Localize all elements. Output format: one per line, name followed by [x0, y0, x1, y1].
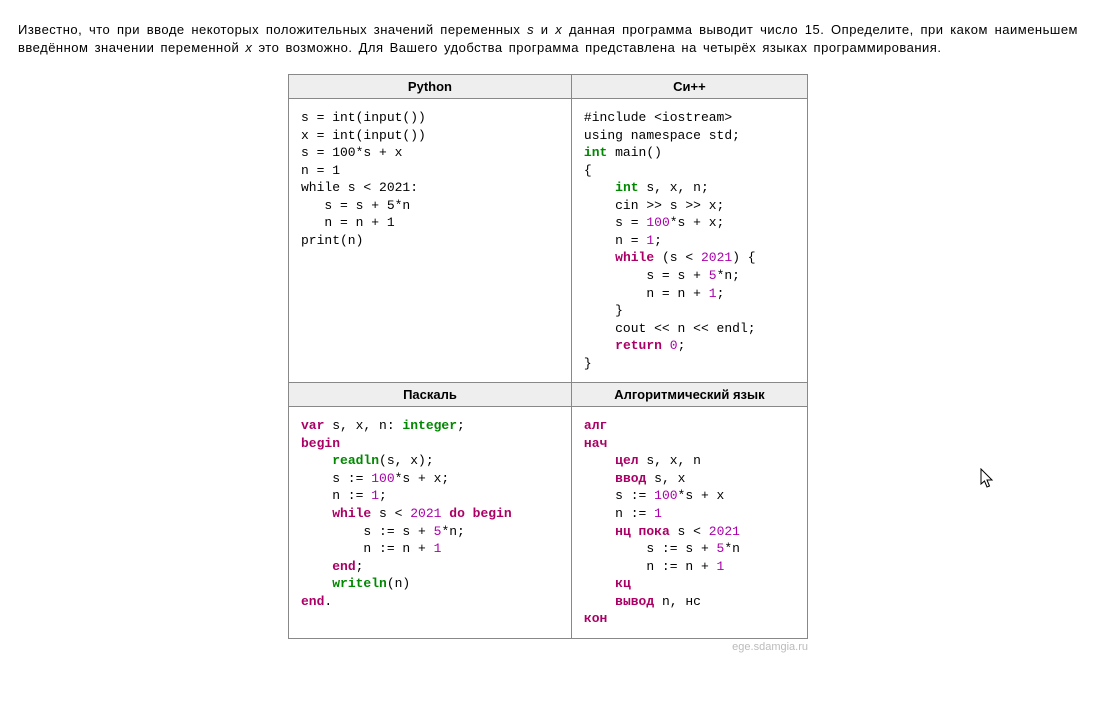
code-alg: алг нач цел s, x, n ввод s, x s := 100*s… [584, 417, 795, 628]
problem-statement: Известно, что при вводе некоторых положи… [18, 21, 1078, 56]
header-row-1: Python Си++ [289, 75, 808, 99]
header-cpp: Си++ [571, 75, 807, 99]
problem-text-1: Известно, что при вводе некоторых положи… [18, 22, 527, 37]
cell-cpp: #include <iostream> using namespace std;… [571, 99, 807, 383]
footer-source: ege.sdamgia.ru [18, 641, 1078, 653]
code-pascal: var s, x, n: integer; begin readln(s, x)… [301, 417, 559, 610]
code-row-1: s = int(input()) x = int(input()) s = 10… [289, 99, 808, 383]
code-table: Python Си++ s = int(input()) x = int(inp… [288, 74, 808, 639]
header-alg: Алгоритмический язык [571, 383, 807, 407]
header-python: Python [289, 75, 572, 99]
cursor-icon [980, 468, 996, 490]
problem-text-2: и [534, 22, 555, 37]
header-pascal: Паскаль [289, 383, 572, 407]
page: Известно, что при вводе некоторых положи… [0, 0, 1096, 725]
cell-alg: алг нач цел s, x, n ввод s, x s := 100*s… [571, 407, 807, 639]
cell-python: s = int(input()) x = int(input()) s = 10… [289, 99, 572, 383]
problem-text-4: это возможно. Для Вашего удобства програ… [252, 40, 941, 55]
code-python: s = int(input()) x = int(input()) s = 10… [301, 109, 559, 249]
header-row-2: Паскаль Алгоритмический язык [289, 383, 808, 407]
code-row-2: var s, x, n: integer; begin readln(s, x)… [289, 407, 808, 639]
cell-pascal: var s, x, n: integer; begin readln(s, x)… [289, 407, 572, 639]
code-cpp: #include <iostream> using namespace std;… [584, 109, 795, 372]
